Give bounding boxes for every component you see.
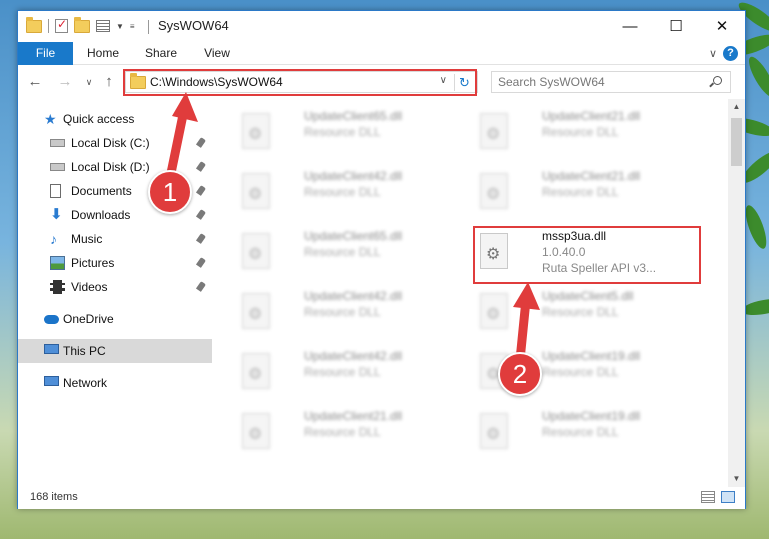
arrow-1-head [172, 92, 198, 122]
step-1-badge: 1 [148, 170, 192, 214]
arrow-2-shaft [515, 295, 531, 365]
annotation-arrows [165, 92, 540, 365]
arrow-1-shaft [165, 105, 189, 183]
arrow-2-head [513, 282, 540, 310]
step-2-badge: 2 [498, 352, 542, 396]
